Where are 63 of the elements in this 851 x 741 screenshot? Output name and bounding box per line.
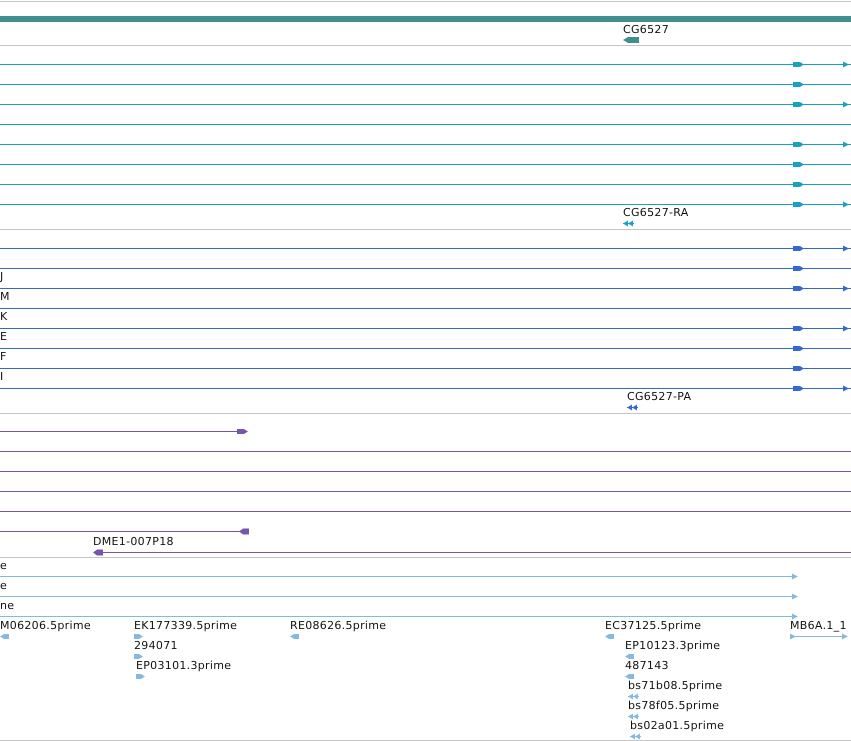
- clone-label: DME1-007P18: [93, 535, 174, 548]
- left-arrow-icon: [93, 549, 103, 556]
- arrowhead-icon: [843, 201, 849, 208]
- est-label: RE08626.5prime: [290, 619, 386, 632]
- right-arrow-icon: [134, 653, 143, 660]
- est-label: EK177339.5prime: [134, 619, 238, 632]
- right-arrow-icon: [793, 101, 804, 108]
- est-label: EP10123.3prime: [625, 639, 720, 652]
- right-arrow-icon: [793, 385, 804, 392]
- arrowhead-icon: [843, 285, 849, 292]
- arrowhead-icon: [843, 61, 849, 68]
- row-label: ne: [0, 599, 14, 612]
- row-label: K: [0, 310, 8, 323]
- row-label: F: [0, 350, 7, 363]
- right-arrow-icon: [793, 81, 804, 88]
- right-arrow-icon: [136, 673, 145, 680]
- right-arrow-icon: [793, 365, 804, 372]
- left-arrow-icon: [290, 633, 299, 640]
- right-arrow-icon: [793, 245, 804, 252]
- left-arrow-icon: [623, 37, 639, 43]
- right-arrow-icon: [793, 201, 804, 208]
- est-label: EC37125.5prime: [605, 619, 702, 632]
- row-label: I: [0, 370, 4, 383]
- row-label: e: [0, 559, 8, 572]
- est-label: bs78f05.5prime: [628, 699, 720, 712]
- est-label: bs71b08.5prime: [628, 679, 722, 692]
- arrowhead-icon: [843, 101, 849, 108]
- est-label: 294071: [134, 639, 178, 652]
- right-arrow-icon: [134, 633, 143, 640]
- est-label: 487143: [625, 659, 669, 672]
- left-arrow-icon: [0, 633, 9, 640]
- row-label: M: [0, 290, 10, 303]
- gene-label: CG6527: [623, 23, 669, 36]
- arrowhead-icon: [843, 325, 849, 332]
- arrowhead-icon: [842, 633, 848, 640]
- arrowhead-icon: [843, 385, 849, 392]
- right-arrow-icon: [237, 428, 248, 435]
- est-label: M06206.5prime: [0, 619, 91, 632]
- right-arrow-icon: [793, 325, 804, 332]
- arrowhead-icon: [843, 245, 849, 252]
- arrowhead-icon: [792, 613, 798, 620]
- protein-label: CG6527-PA: [627, 390, 692, 403]
- right-arrow-icon: [793, 141, 804, 148]
- arrowhead-icon: [790, 633, 796, 640]
- right-arrow-icon: [793, 181, 804, 188]
- left-arrow-icon: [605, 633, 614, 640]
- arrowhead-icon: [792, 573, 798, 580]
- row-label: E: [0, 330, 8, 343]
- row-label: e: [0, 579, 8, 592]
- left-arrow-icon: [239, 528, 249, 535]
- left-arrow-icon: [625, 673, 634, 680]
- left-arrow-icon: [625, 653, 634, 660]
- arrowhead-icon: [792, 593, 798, 600]
- est-label: EP03101.3prime: [136, 659, 232, 672]
- arrowhead-icon: [843, 141, 849, 148]
- right-arrow-icon: [793, 285, 804, 292]
- right-arrow-icon: [793, 265, 804, 272]
- right-arrow-icon: [793, 61, 804, 68]
- est-label: MB6A.1_1: [790, 619, 847, 632]
- right-arrow-icon: [793, 345, 804, 352]
- est-label: bs02a01.5prime: [630, 719, 724, 732]
- right-arrow-icon: [793, 161, 804, 168]
- transcript-label: CG6527-RA: [623, 206, 689, 219]
